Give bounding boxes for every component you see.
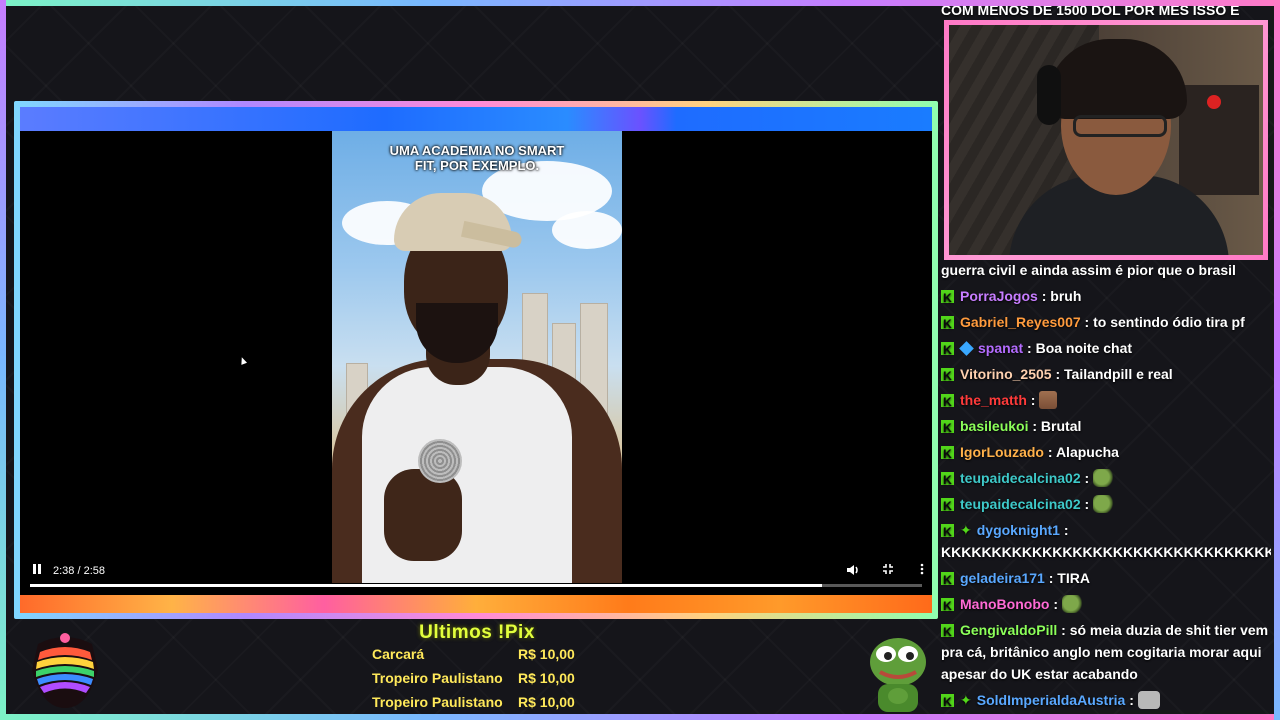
volume-icon[interactable] xyxy=(846,563,860,579)
kick-icon xyxy=(941,521,954,541)
cat-emote-icon xyxy=(1137,691,1160,709)
pepe-emote-icon xyxy=(1093,495,1116,513)
star-badge-icon: ✦ xyxy=(960,692,972,708)
chat-username[interactable]: dygoknight1 xyxy=(977,522,1060,538)
chat-text: pra cá, britânico anglo nem cogitaria mo… xyxy=(941,644,1262,660)
chat-username[interactable]: IgorLouzado xyxy=(960,444,1044,460)
chat-text: Boa noite chat xyxy=(1035,340,1133,356)
chat-message: ✦dygoknight1 : xyxy=(941,519,1271,541)
kick-icon xyxy=(941,691,954,711)
chat-username[interactable]: teupaidecalcina02 xyxy=(960,470,1081,486)
chat-text: to sentindo ódio tira pf xyxy=(1093,314,1245,330)
chat-username[interactable]: SoldImperialdaAustria xyxy=(977,692,1126,708)
video-subtitle: UMA ACADEMIA NO SMART FIT, POR EXEMPLO. xyxy=(389,143,565,173)
stream-overlay: UMA ACADEMIA NO SMART FIT, POR EXEMPLO. … xyxy=(0,0,1280,720)
chat-username[interactable]: GengivaldoPill xyxy=(960,622,1057,638)
pix-row: Tropeiro Paulistano R$ 10,00 xyxy=(372,670,582,692)
video-progress-bar[interactable] xyxy=(30,584,922,587)
pix-amount: R$ 10,00 xyxy=(518,646,575,662)
chat-message: ✦SoldImperialdaAustria : xyxy=(941,689,1271,711)
video-progress-fill xyxy=(30,584,823,587)
pix-donor: Tropeiro Paulistano xyxy=(372,694,503,710)
kick-icon xyxy=(941,495,954,515)
kick-icon xyxy=(941,595,954,615)
chat-username[interactable]: the_matth xyxy=(960,392,1027,408)
chat-text: KKKKKKKKKKKKKKKKKKKKKKKKKKKKKKKKKKK xyxy=(941,544,1271,560)
video-frame-image: UMA ACADEMIA NO SMART FIT, POR EXEMPLO. xyxy=(332,131,622,583)
kick-icon xyxy=(941,287,954,307)
chat-message: teupaidecalcina02 : xyxy=(941,467,1271,489)
chat-panel: COM MENOS DE 1500 DOL POR MES ISSO E gue… xyxy=(941,0,1271,720)
video-top-decoration xyxy=(20,107,932,131)
kick-icon xyxy=(941,443,954,463)
kick-icon xyxy=(941,417,954,437)
chat-message: GengivaldoPill : só meia duzia de shit t… xyxy=(941,619,1271,641)
chat-text: Alapucha xyxy=(1055,444,1119,460)
face-emote-icon xyxy=(1039,391,1058,409)
more-vert-icon[interactable] xyxy=(920,563,924,579)
mouse-cursor xyxy=(238,356,248,365)
pepe-emote-icon xyxy=(1061,595,1084,613)
chat-username[interactable]: teupaidecalcina02 xyxy=(960,496,1081,512)
chat-message: teupaidecalcina02 : xyxy=(941,493,1271,515)
chat-username[interactable]: spanat xyxy=(978,340,1023,356)
channel-logo xyxy=(28,630,102,710)
chat-text: TIRA xyxy=(1057,570,1090,586)
overlay-border xyxy=(1274,0,1280,720)
chat-text: só meia duzia de shit tier vem xyxy=(1069,622,1269,638)
pix-donor: Carcará xyxy=(372,646,425,662)
pix-amount: R$ 10,00 xyxy=(518,670,575,686)
overlay-border xyxy=(0,0,6,720)
chat-username[interactable]: ManoBonobo xyxy=(960,596,1049,612)
kick-icon xyxy=(941,469,954,489)
microphone xyxy=(418,439,462,483)
chat-username[interactable]: PorraJogos xyxy=(960,288,1038,304)
pause-icon[interactable] xyxy=(32,563,42,579)
kick-icon xyxy=(941,569,954,589)
exit-fullscreen-icon[interactable] xyxy=(882,563,894,579)
chat-username[interactable]: geladeira171 xyxy=(960,570,1045,586)
pix-title: Ultimos !Pix xyxy=(419,622,535,643)
video-bottom-decoration xyxy=(20,595,932,613)
chat-message: IgorLouzado : Alapucha xyxy=(941,441,1271,463)
chat-message: spanat : Boa noite chat xyxy=(941,337,1271,359)
pepe-emote-icon xyxy=(1093,469,1116,487)
kick-icon xyxy=(941,621,954,641)
chat-message: ManoBonobo : xyxy=(941,593,1271,615)
star-badge-icon: ✦ xyxy=(960,522,972,538)
kick-icon xyxy=(941,391,954,411)
chat-text: bruh xyxy=(1050,288,1082,304)
chat-message: PorraJogos : bruh xyxy=(941,285,1271,307)
chat-username[interactable]: Gabriel_Reyes007 xyxy=(960,314,1081,330)
video-time: 2:38 / 2:58 xyxy=(53,565,105,577)
chat-message-fragment: COM MENOS DE 1500 DOL POR MES ISSO E xyxy=(941,2,1240,18)
chat-message: geladeira171 : TIRA xyxy=(941,567,1271,589)
chat-message: Vitorino_2505 : Tailandpill e real xyxy=(941,363,1271,385)
video-player-frame: UMA ACADEMIA NO SMART FIT, POR EXEMPLO. … xyxy=(14,101,938,619)
sub-gem-icon xyxy=(959,341,974,356)
chat-text: apesar do UK estar acabando xyxy=(941,666,1138,682)
kick-icon xyxy=(941,365,954,385)
video-player[interactable]: UMA ACADEMIA NO SMART FIT, POR EXEMPLO. … xyxy=(20,107,932,613)
pix-row: Carcará R$ 10,00 xyxy=(372,646,582,668)
video-controls: 2:38 / 2:58 xyxy=(20,553,932,593)
chat-message-tail: guerra civil e ainda assim é pior que o … xyxy=(941,262,1236,278)
kick-icon xyxy=(941,339,954,359)
chat-username[interactable]: basileukoi xyxy=(960,418,1028,434)
kick-icon xyxy=(941,313,954,333)
chat-message: basileukoi : Brutal xyxy=(941,415,1271,437)
chat-text: Tailandpill e real xyxy=(1064,366,1173,382)
pix-row: Tropeiro Paulistano R$ 10,00 xyxy=(372,694,582,716)
chat-message: Gabriel_Reyes007 : to sentindo ódio tira… xyxy=(941,311,1271,333)
pix-amount: R$ 10,00 xyxy=(518,694,575,710)
chat-text: Brutal xyxy=(1040,418,1082,434)
chat-username[interactable]: Vitorino_2505 xyxy=(960,366,1052,382)
pix-donor: Tropeiro Paulistano xyxy=(372,670,503,686)
pepe-emote-icon xyxy=(866,632,930,712)
chat-message: the_matth : xyxy=(941,389,1271,411)
